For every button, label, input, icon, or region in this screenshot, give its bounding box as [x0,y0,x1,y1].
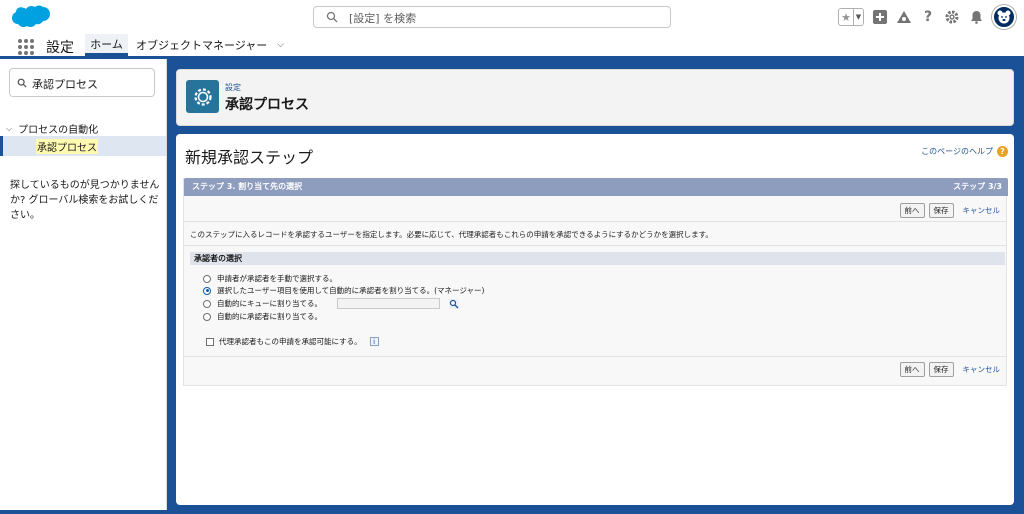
divider [184,221,1006,222]
radio-button[interactable] [203,299,211,308]
tree-item-approval-processes[interactable]: 承認プロセス [0,136,166,156]
tab-object-manager-label: オブジェクトマネージャー [136,39,268,52]
gear-icon[interactable] [944,9,960,25]
section-header: 承認者の選択 [190,252,1005,265]
step-description: このステップに入るレコードを承認するユーザーを指定します。必要に応じて、代理承認… [190,230,713,239]
delegate-approver-option[interactable]: 代理承認者もこの申請を承認可能にする。 i [206,336,379,347]
tree-item-label: プロセスの自動化 [18,125,99,136]
info-icon[interactable]: i [369,337,379,346]
global-search-input[interactable]: [設定] を検索 [313,6,671,28]
checkbox-label: 代理承認者もこの申請を承認可能にする。 [219,337,362,346]
radio-label: 申請者が承認者を手動で選択する。 [217,274,337,283]
global-header: [設定] を検索 ★ ▼ ? [0,0,1024,34]
tab-home-label: ホーム [90,37,123,51]
help-question-icon[interactable]: ? [997,146,1008,157]
trailhead-icon[interactable] [896,9,912,25]
quick-find-input[interactable]: 承認プロセス [9,68,155,97]
app-launcher-icon[interactable] [18,39,34,55]
star-icon[interactable]: ★ [839,9,854,25]
chevron-down-icon[interactable]: ⌵ [6,124,12,134]
favorites-control[interactable]: ★ ▼ [838,8,864,26]
step-block: ステップ 3. 割り当て先の選択 ステップ 3/3 前へ 保存 キャンセル この… [183,178,1008,386]
section-title: 承認者の選択 [194,254,242,263]
bottom-button-bar: 前へ 保存 キャンセル [899,362,1001,377]
radio-option-manual[interactable]: 申請者が承認者を手動で選択する。 [203,273,337,284]
radio-option-user-field[interactable]: 選択したユーザー項目を使用して自動的に承認者を割り当てる。(マネージャー) [203,285,484,296]
top-button-bar: 前へ 保存 キャンセル [899,203,1001,218]
salesforce-logo-icon[interactable] [10,4,50,32]
prev-button[interactable]: 前へ [899,203,925,218]
cancel-link[interactable]: キャンセル [963,205,1001,216]
lookup-search-icon[interactable] [449,298,459,309]
quick-find-value: 承認プロセス [32,78,98,91]
breadcrumb[interactable]: 設定 [225,82,241,93]
radio-button-selected[interactable] [203,286,211,295]
user-avatar-icon[interactable] [992,5,1016,29]
main-content: 設定 承認プロセス 新規承認ステップ このページのヘルプ ? ステップ 3. 割… [167,59,1024,514]
page-header-card: 設定 承認プロセス [176,69,1014,126]
page-title: 承認プロセス [225,97,309,113]
radio-button[interactable] [203,274,211,283]
step-count: ステップ 3/3 [953,182,1002,191]
no-results-hint: 探しているものが見つかりませんか? グローバル検索をお試しください。 [10,180,160,221]
setup-gear-icon [186,80,219,113]
divider [184,245,1006,246]
radio-label: 選択したユーザー項目を使用して自動的に承認者を割り当てる。(マネージャー) [217,286,485,295]
cancel-link[interactable]: キャンセル [963,364,1001,375]
radio-button[interactable] [203,312,211,321]
app-name: 設定 [46,40,74,56]
tree-item-process-automation[interactable]: ⌵ プロセスの自動化 [6,121,99,137]
help-link-label[interactable]: このページのヘルプ [921,146,993,157]
tab-home[interactable]: ホーム [85,34,128,56]
app-navigation: 設定 ホーム オブジェクトマネージャー ⌵ [0,34,1024,59]
header-actions: ★ ▼ ? [838,5,1016,29]
radio-option-queue[interactable]: 自動的にキューに割り当てる。 [203,298,459,309]
bottom-edge [0,510,1024,514]
search-placeholder: [設定] を検索 [349,12,417,25]
form-card: 新規承認ステップ このページのヘルプ ? ステップ 3. 割り当て先の選択 ステ… [176,134,1014,505]
chevron-down-icon[interactable]: ⌵ [277,40,284,50]
prev-button[interactable]: 前へ [899,362,925,377]
save-button[interactable]: 保存 [928,362,954,377]
radio-label: 自動的にキューに割り当てる。 [217,299,322,308]
radio-option-approver[interactable]: 自動的に承認者に割り当てる。 [203,311,322,322]
save-button[interactable]: 保存 [928,203,954,218]
step-header: ステップ 3. 割り当て先の選択 ステップ 3/3 [184,178,1008,196]
global-actions-add-icon[interactable] [872,9,888,25]
form-title: 新規承認ステップ [185,148,314,167]
setup-sidebar: 承認プロセス ⌵ プロセスの自動化 承認プロセス 探しているものが見つかりません… [0,59,167,514]
step-title: ステップ 3. 割り当て先の選択 [192,182,303,191]
help-icon[interactable]: ? [920,9,936,25]
chevron-down-icon[interactable]: ▼ [854,9,863,25]
radio-label: 自動的に承認者に割り当てる。 [217,312,322,321]
help-link[interactable]: このページのヘルプ ? [921,146,1008,157]
tree-item-label: 承認プロセス [36,139,98,154]
search-icon [17,78,27,88]
divider [184,356,1006,357]
delegate-checkbox[interactable] [206,337,214,346]
search-icon [326,11,338,23]
notifications-bell-icon[interactable] [968,9,984,25]
tab-object-manager[interactable]: オブジェクトマネージャー ⌵ [136,34,284,56]
queue-lookup-input[interactable] [337,298,440,309]
